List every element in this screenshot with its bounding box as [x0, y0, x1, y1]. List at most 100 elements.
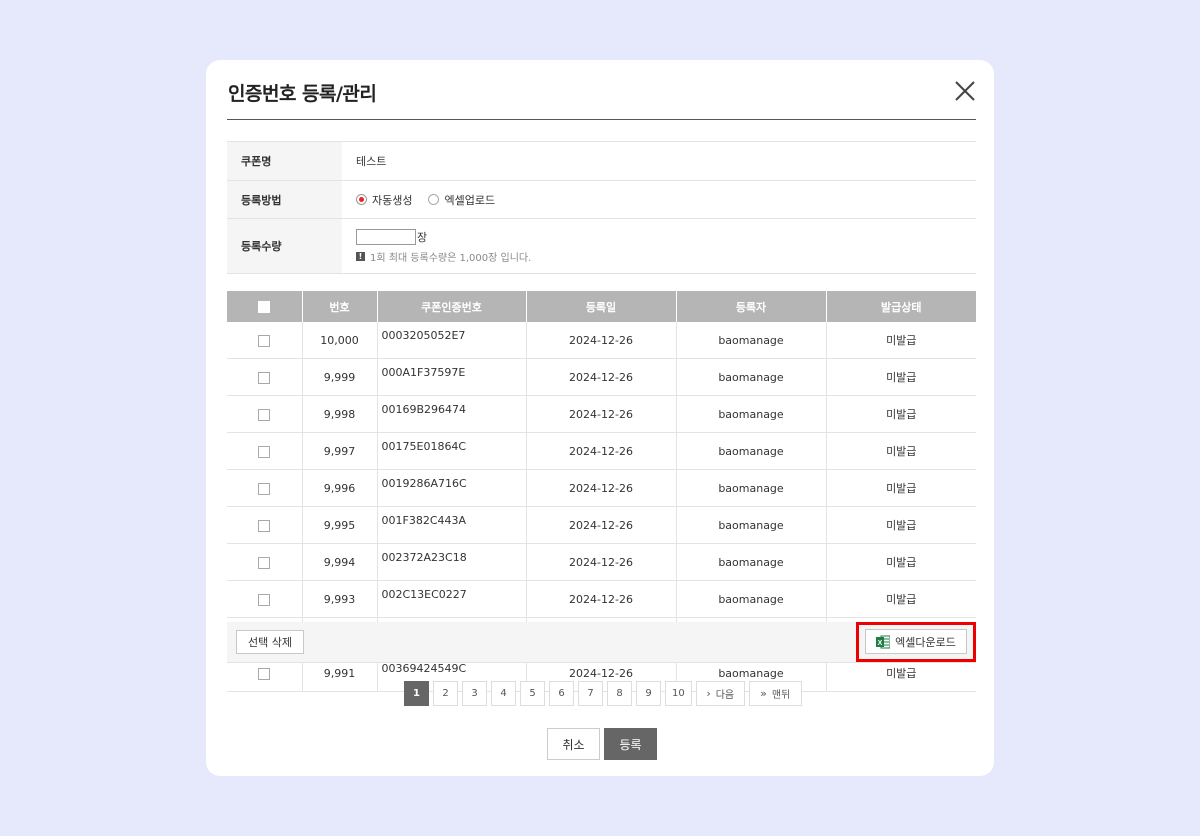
- radio-auto-generate-label: 자동생성: [372, 193, 413, 207]
- row-reg-date: 2024-12-26: [525, 543, 676, 581]
- row-coupon-code: 002372A23C18: [376, 543, 526, 581]
- table-actions-bar: 선택 삭제 X 엑셀다운로드: [227, 622, 976, 663]
- page-button[interactable]: 5: [520, 681, 545, 706]
- next-page-label: 다음: [715, 690, 735, 701]
- page-button[interactable]: 7: [578, 681, 603, 706]
- method-row: 등록방법 자동생성 엑셀업로드: [227, 181, 976, 219]
- column-header-status: 발급상태: [825, 291, 976, 322]
- column-header-code: 쿠폰인증번호: [376, 291, 526, 322]
- quantity-hint-text: 1회 최대 등록수량은 1,000장 입니다.: [370, 252, 532, 264]
- row-number: 9,993: [301, 580, 377, 618]
- coupon-name-row: 쿠폰명 테스트: [227, 142, 976, 181]
- pagination: 1 2 3 4 5 6 7 8 9 10 › 다음 » 맨뒤: [404, 681, 802, 706]
- close-icon[interactable]: [954, 80, 976, 102]
- row-status: 미발급: [825, 395, 976, 433]
- row-checkbox[interactable]: [258, 593, 271, 606]
- row-checkbox[interactable]: [258, 519, 271, 532]
- column-header-no: 번호: [301, 291, 377, 322]
- page-button[interactable]: 9: [636, 681, 661, 706]
- excel-icon: X: [876, 635, 891, 648]
- modal-header: 인증번호 등록/관리: [227, 60, 976, 120]
- row-status: 미발급: [825, 322, 976, 359]
- radio-excel-upload-label: 엑셀업로드: [444, 193, 496, 207]
- coupon-name-value: 테스트: [356, 155, 387, 168]
- page-button[interactable]: 2: [433, 681, 458, 706]
- coupon-auth-modal: 인증번호 등록/관리 쿠폰명 테스트 등록방법 자동생성 엑셀업로드 등록수량 …: [206, 60, 994, 776]
- row-coupon-code: 00175E01864C: [376, 432, 526, 470]
- row-status: 미발급: [825, 543, 976, 581]
- row-checkbox[interactable]: [258, 445, 271, 458]
- last-page-label: 맨뒤: [771, 690, 791, 701]
- row-checkbox[interactable]: [258, 371, 271, 384]
- row-status: 미발급: [825, 432, 976, 470]
- row-coupon-code: 001F382C443A: [376, 506, 526, 544]
- excel-download-label: 엑셀다운로드: [895, 635, 956, 649]
- warning-icon: !: [356, 251, 365, 261]
- modal-title: 인증번호 등록/관리: [228, 83, 377, 105]
- row-registrant: baomanage: [675, 395, 826, 433]
- page-button[interactable]: 4: [491, 681, 516, 706]
- row-reg-date: 2024-12-26: [525, 506, 676, 544]
- row-number: 9,996: [301, 469, 377, 507]
- method-label: 등록방법: [227, 181, 342, 218]
- quantity-input[interactable]: [356, 228, 416, 245]
- page-button[interactable]: 6: [549, 681, 574, 706]
- select-all-checkbox[interactable]: [258, 301, 271, 313]
- radio-excel-upload[interactable]: 엑셀업로드: [428, 192, 495, 208]
- page-button[interactable]: 3: [462, 681, 487, 706]
- row-reg-date: 2024-12-26: [525, 432, 676, 470]
- coupon-name-label: 쿠폰명: [227, 142, 342, 180]
- cancel-button[interactable]: 취소: [547, 728, 600, 760]
- table-row: 9,999 000A1F37597E 2024-12-26 baomanage 미발급: [227, 358, 976, 396]
- row-reg-date: 2024-12-26: [525, 469, 676, 507]
- row-registrant: baomanage: [675, 506, 826, 544]
- row-registrant: baomanage: [675, 580, 826, 618]
- row-checkbox[interactable]: [258, 667, 271, 680]
- table-row: 9,997 00175E01864C 2024-12-26 baomanage 미발급: [227, 432, 976, 470]
- row-number: 9,997: [301, 432, 377, 470]
- quantity-row: 등록수량 장 ! 1회 최대 등록수량은 1,000장 입니다.: [227, 219, 976, 274]
- row-checkbox[interactable]: [258, 408, 271, 421]
- row-registrant: baomanage: [675, 543, 826, 581]
- table-header-row: 번호 쿠폰인증번호 등록일 등록자 발급상태: [227, 291, 976, 322]
- row-number: 10,000: [301, 322, 377, 359]
- chevron-right-icon: ›: [706, 687, 711, 700]
- row-number: 9,995: [301, 506, 377, 544]
- quantity-hint: ! 1회 최대 등록수량은 1,000장 입니다.: [356, 249, 531, 264]
- last-page-button[interactable]: » 맨뒤: [748, 681, 802, 706]
- row-reg-date: 2024-12-26: [525, 580, 676, 618]
- register-button[interactable]: 등록: [604, 728, 657, 760]
- table-row: 10,000 0003205052E7 2024-12-26 baomanage 미발급: [227, 322, 976, 359]
- page-button[interactable]: 8: [607, 681, 632, 706]
- select-all-header: [227, 291, 302, 322]
- row-registrant: baomanage: [675, 358, 826, 396]
- table-row: 9,993 002C13EC0227 2024-12-26 baomanage 미발급: [227, 580, 976, 618]
- registration-form: 쿠폰명 테스트 등록방법 자동생성 엑셀업로드 등록수량 장 ! 1회 최대 등…: [227, 141, 976, 274]
- row-checkbox[interactable]: [258, 334, 271, 347]
- row-status: 미발급: [825, 506, 976, 544]
- row-number: 9,994: [301, 543, 377, 581]
- column-header-registrant: 등록자: [675, 291, 826, 322]
- row-status: 미발급: [825, 580, 976, 618]
- radio-auto-generate[interactable]: 자동생성: [356, 192, 412, 208]
- row-number: 9,998: [301, 395, 377, 433]
- excel-download-button[interactable]: X 엑셀다운로드: [865, 629, 967, 654]
- row-checkbox[interactable]: [258, 556, 271, 569]
- page-button[interactable]: 10: [665, 681, 692, 706]
- row-status: 미발급: [825, 469, 976, 507]
- next-page-button[interactable]: › 다음: [695, 681, 745, 706]
- column-header-date: 등록일: [525, 291, 676, 322]
- row-reg-date: 2024-12-26: [525, 395, 676, 433]
- row-registrant: baomanage: [675, 322, 826, 359]
- row-coupon-code: 002C13EC0227: [376, 580, 526, 618]
- table-row: 9,994 002372A23C18 2024-12-26 baomanage 미발급: [227, 543, 976, 581]
- row-checkbox[interactable]: [258, 482, 271, 495]
- row-coupon-code: 0003205052E7: [376, 322, 526, 359]
- table-row: 9,998 00169B296474 2024-12-26 baomanage 미발급: [227, 395, 976, 433]
- page-button[interactable]: 1: [404, 681, 429, 706]
- delete-selected-button[interactable]: 선택 삭제: [236, 630, 304, 654]
- method-options: 자동생성 엑셀업로드: [342, 181, 976, 218]
- row-number: 9,999: [301, 358, 377, 396]
- row-coupon-code: 00169B296474: [376, 395, 526, 433]
- svg-text:X: X: [878, 640, 883, 647]
